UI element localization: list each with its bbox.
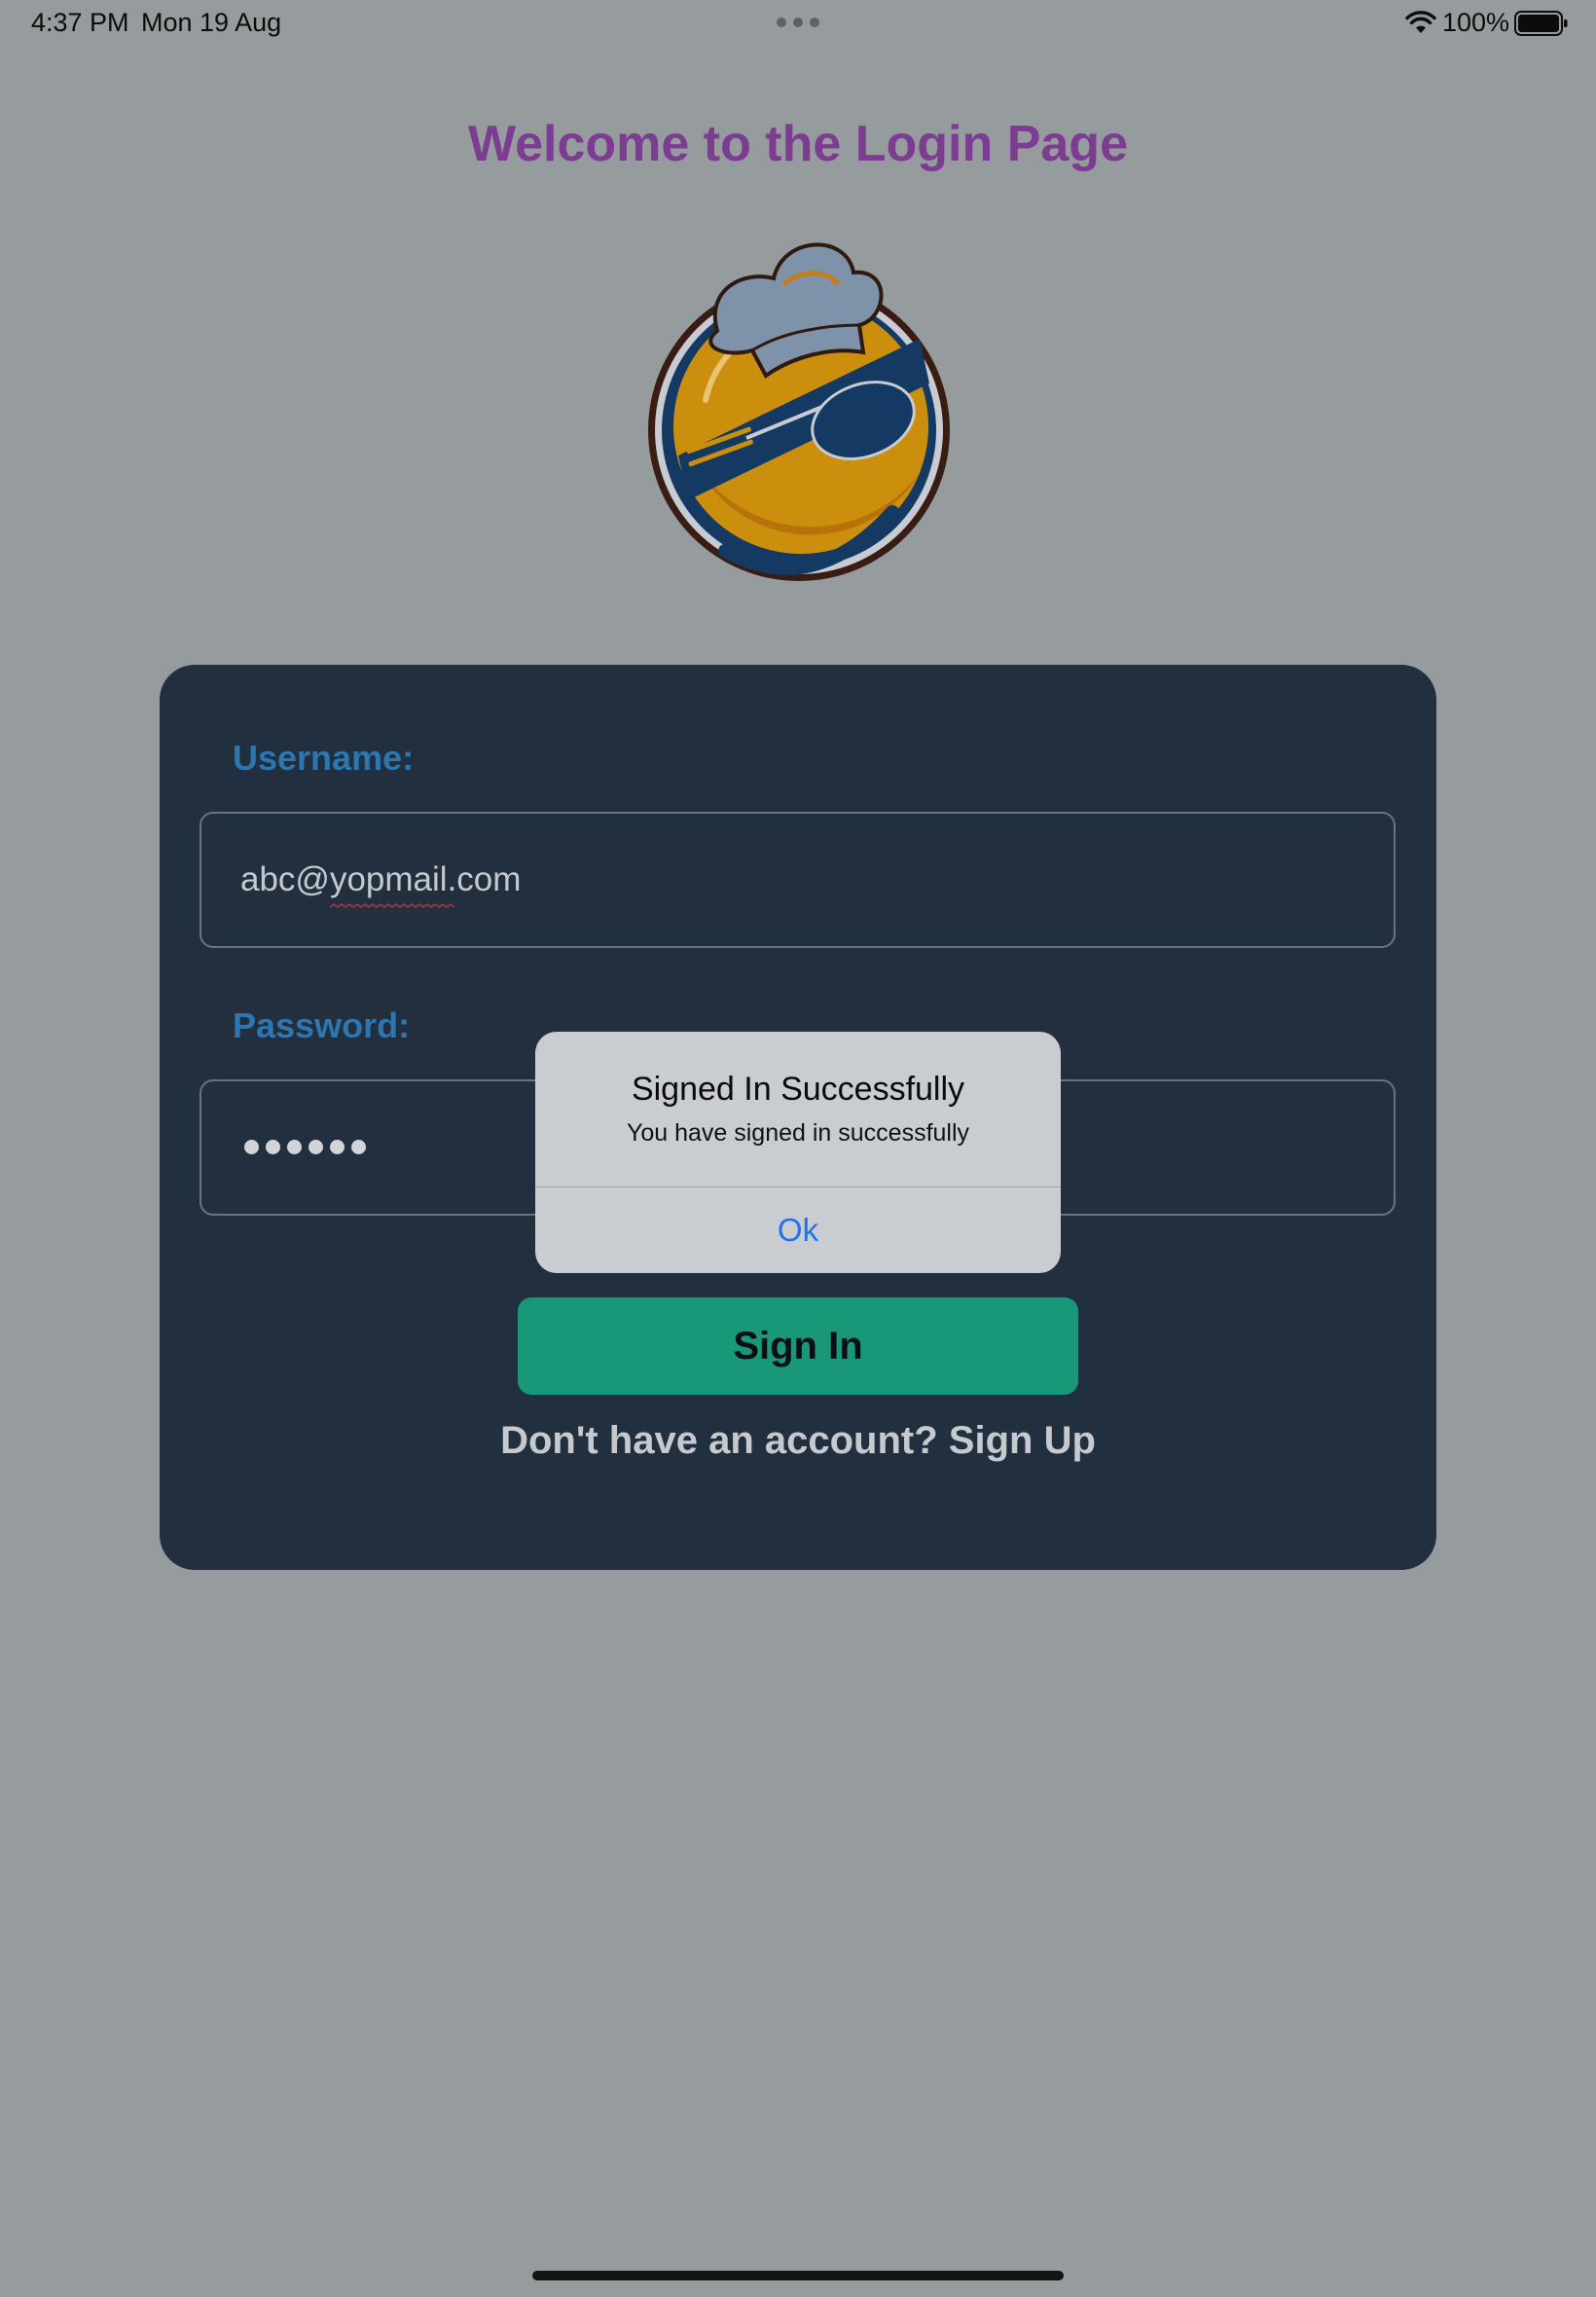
username-value: abc@yopmail.com bbox=[240, 860, 522, 898]
sign-up-link[interactable]: Don't have an account? Sign Up bbox=[160, 1419, 1436, 1463]
alert-ok-button[interactable]: Ok bbox=[535, 1187, 1061, 1273]
username-label: Username: bbox=[233, 738, 415, 778]
password-label: Password: bbox=[233, 1005, 411, 1045]
spellcheck-underline bbox=[330, 903, 454, 908]
chef-smiley-logo-icon bbox=[648, 242, 950, 581]
success-alert-dialog: Signed In Successfully You have signed i… bbox=[535, 1032, 1061, 1273]
password-dot bbox=[351, 1140, 366, 1154]
sign-in-button[interactable]: Sign In bbox=[518, 1297, 1078, 1395]
username-field[interactable]: abc@yopmail.com bbox=[200, 812, 1396, 948]
alert-message: You have signed in successfully bbox=[626, 1119, 970, 1147]
status-bar: 4:37 PM Mon 19 Aug 100% bbox=[0, 0, 1596, 47]
status-time: 4:37 PM bbox=[31, 8, 129, 37]
multitasking-dots-icon[interactable] bbox=[777, 18, 819, 27]
status-date: Mon 19 Aug bbox=[141, 8, 282, 37]
password-dot bbox=[330, 1140, 345, 1154]
password-dot bbox=[266, 1140, 280, 1154]
password-masked-value bbox=[244, 1140, 373, 1155]
battery-icon bbox=[1514, 11, 1568, 36]
password-dot bbox=[244, 1140, 259, 1154]
alert-title: Signed In Successfully bbox=[631, 1071, 965, 1108]
password-dot bbox=[287, 1140, 302, 1154]
wifi-icon bbox=[1405, 11, 1436, 33]
page-title: Welcome to the Login Page bbox=[467, 116, 1128, 172]
home-indicator[interactable] bbox=[532, 2271, 1064, 2280]
password-dot bbox=[308, 1140, 323, 1154]
battery-percentage: 100% bbox=[1442, 8, 1510, 37]
